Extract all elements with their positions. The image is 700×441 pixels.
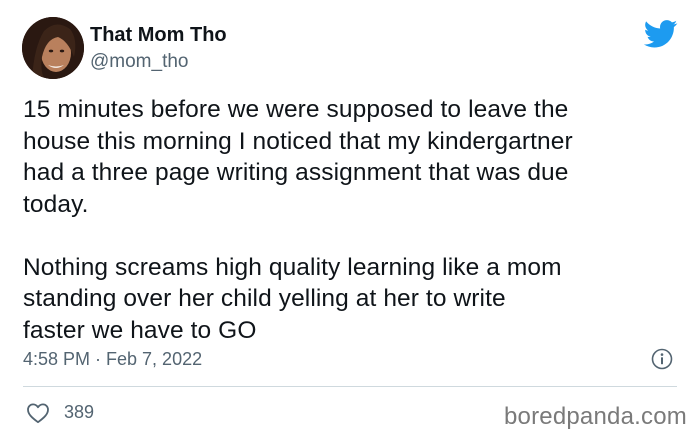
watermark: boredpanda.com	[504, 403, 687, 430]
tweet-timestamp[interactable]: 4:58 PM · Feb 7, 2022	[23, 349, 202, 370]
profile-photo-icon	[22, 17, 84, 79]
tweet-line: house this morning I noticed that my kin…	[23, 127, 573, 155]
divider	[23, 386, 677, 387]
tweet-line: today.	[23, 190, 89, 218]
like-count: 389	[64, 402, 95, 422]
user-handle[interactable]: @mom_tho	[90, 51, 189, 73]
tweet-line: had a three page writing assignment that…	[23, 159, 569, 186]
tweet-card: That Mom Tho @mom_tho 15 minutes before …	[0, 0, 700, 441]
tweet-paragraph: 15 minutes before we were supposed to le…	[23, 94, 683, 220]
tweet-text: 15 minutes before we were supposed to le…	[23, 94, 683, 346]
avatar[interactable]	[22, 17, 84, 79]
twitter-bird-icon[interactable]	[643, 20, 678, 48]
tweet-line: Nothing screams high quality learning li…	[23, 253, 562, 281]
heart-icon[interactable]	[26, 402, 50, 424]
display-name[interactable]: That Mom Tho	[90, 24, 227, 47]
tweet-line: faster we have to GO	[23, 316, 257, 344]
tweet-paragraph: Nothing screams high quality learning li…	[23, 252, 683, 347]
tweet-line: standing over her child yelling at her t…	[23, 285, 506, 312]
info-icon[interactable]	[651, 348, 673, 370]
tweet-line: 15 minutes before we were supposed to le…	[23, 96, 569, 123]
